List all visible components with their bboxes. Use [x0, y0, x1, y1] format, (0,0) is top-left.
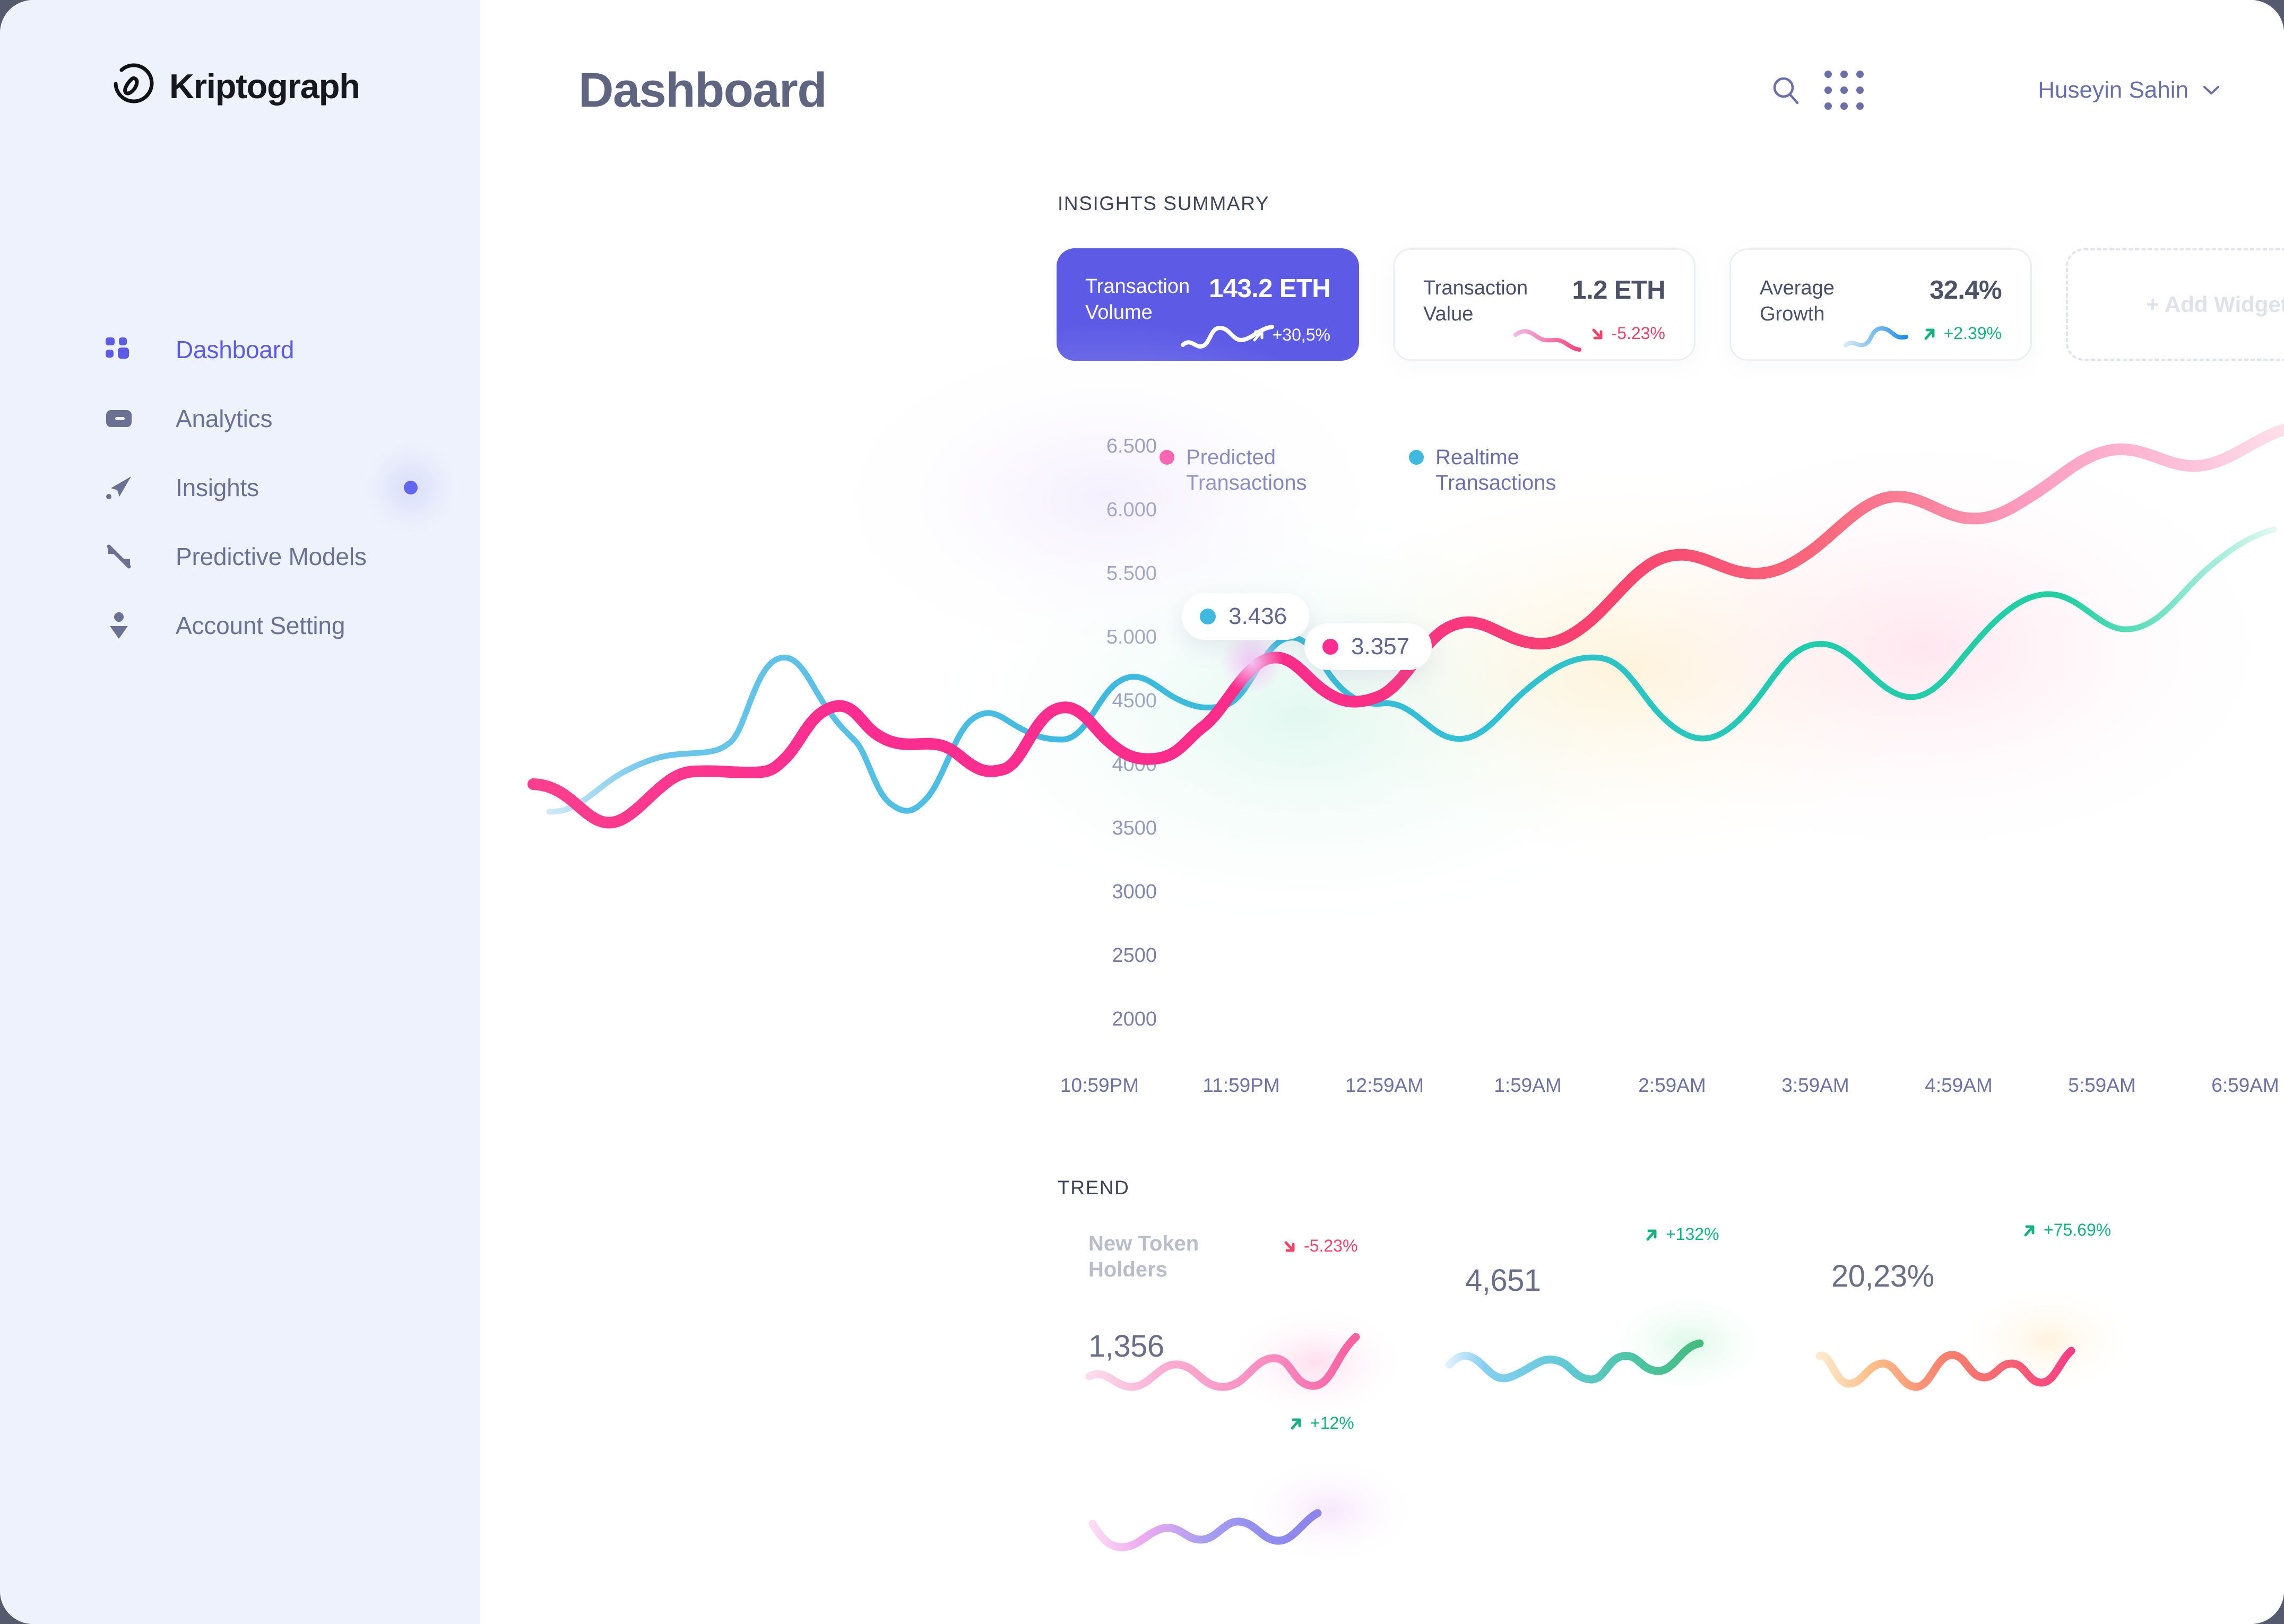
brand-logo[interactable]: Kriptograph: [0, 0, 480, 108]
sidebar: Kriptograph Dashboard Analytics Insights…: [0, 0, 480, 1624]
x-axis-tick: 11:59PM: [1202, 1074, 1280, 1096]
grid-dots-icon[interactable]: [1815, 61, 1873, 119]
tooltip-color-dot: [1200, 609, 1216, 624]
main-line-chart[interactable]: [480, 324, 2284, 1119]
trend-card-2[interactable]: 4,651 +132%: [1445, 1224, 1794, 1406]
summary-card-delta: -5.23%: [1590, 324, 1665, 343]
circle-zero-logo-icon: [109, 63, 154, 108]
summary-card-title: Transaction Value: [1423, 277, 1528, 325]
paper-plane-icon: [103, 472, 134, 503]
x-axis-tick: 5:59AM: [2068, 1074, 2136, 1096]
add-widget-button[interactable]: + Add Widget: [2066, 248, 2284, 361]
x-axis-tick: 12:59AM: [1345, 1074, 1424, 1096]
x-axis-tick: 1:59AM: [1494, 1074, 1562, 1096]
page-header: Dashboard Huseyin Sahin: [480, 0, 2284, 127]
sidebar-item-insights[interactable]: Insights: [0, 453, 480, 522]
brand-name: Kriptograph: [169, 66, 360, 106]
sidebar-item-dashboard[interactable]: Dashboard: [0, 315, 480, 384]
summary-card-delta-value: +2.39%: [1943, 324, 2002, 343]
trend-label: TREND: [1058, 1177, 1130, 1199]
sidebar-item-account-setting[interactable]: Account Setting: [0, 591, 480, 660]
chevron-down-icon: [2202, 84, 2220, 96]
arrow-up-right-icon: [1645, 1228, 1658, 1241]
chart-point-glow: [1221, 631, 1283, 693]
trend-card-delta-value: +12%: [1310, 1413, 1354, 1432]
x-axis-tick: 3:59AM: [1781, 1074, 1849, 1096]
insights-notification-dot: [404, 481, 418, 494]
summary-card-transaction-value[interactable]: Transaction Value 1.2 ETH -5.23%: [1393, 248, 1695, 361]
sidebar-item-label: Insights: [176, 474, 259, 501]
trend-card-value: 4,651: [1465, 1263, 1541, 1298]
sparkline-card-4: [1080, 1455, 1420, 1568]
summary-card-value: 32.4%: [1930, 276, 2002, 305]
tooltip-value: 3.436: [1228, 603, 1287, 629]
sidebar-nav: Dashboard Analytics Insights Predictive …: [0, 315, 480, 660]
user-name: Huseyin Sahin: [2038, 77, 2188, 103]
trend-card-delta: +132%: [1645, 1224, 1719, 1244]
trend-card-new-token-holders[interactable]: New Token Holders 1,356 -5.23%: [1085, 1231, 1417, 1421]
arrow-up-right-icon: [2022, 1223, 2036, 1237]
user-menu[interactable]: Huseyin Sahin: [2038, 77, 2220, 103]
x-axis-tick: 2:59AM: [1638, 1074, 1706, 1096]
summary-card-title: Transaction Volume: [1085, 275, 1190, 324]
summary-card-delta-value: +30,5%: [1272, 325, 1330, 344]
trend-card-delta-value: -5.23%: [1304, 1236, 1358, 1255]
summary-card-delta: +2.39%: [1923, 324, 2002, 343]
arrow-down-right-icon: [1590, 327, 1604, 341]
sparkline-new-token-holders: [1082, 1304, 1411, 1421]
tooltip-value: 3.357: [1351, 633, 1410, 659]
app-window: Kriptograph Dashboard Analytics Insights…: [0, 0, 2284, 1624]
sparkline-card-2: [1439, 1288, 1776, 1399]
chart-x-axis: 10:59PM 11:59PM 12:59AM 1:59AM 2:59AM 3:…: [480, 1074, 2284, 1106]
insights-summary-label: INSIGHTS SUMMARY: [1058, 193, 1270, 214]
sidebar-item-analytics[interactable]: Analytics: [0, 384, 480, 453]
x-axis-tick: 6:59AM: [2211, 1074, 2279, 1096]
arrow-down-right-icon: [1283, 1239, 1296, 1253]
trend-card-value: 20,23%: [1831, 1259, 1934, 1293]
summary-card-average-growth[interactable]: Average Growth 32.4% +2.39%: [1729, 248, 2032, 361]
x-axis-tick: 10:59PM: [1060, 1074, 1139, 1096]
grid-blocks-icon: [103, 334, 134, 365]
chart-tooltip-realtime[interactable]: 3.436: [1182, 593, 1310, 640]
arrow-up-right-icon: [1923, 327, 1936, 341]
sidebar-item-predictive-models[interactable]: Predictive Models: [0, 522, 480, 591]
trend-card-3[interactable]: 20,23% +75.69%: [1815, 1220, 2160, 1406]
search-icon[interactable]: [1757, 61, 1815, 119]
add-widget-label: + Add Widget: [2146, 292, 2284, 317]
sidebar-item-label: Analytics: [176, 405, 273, 432]
trend-card-title: New Token Holders: [1088, 1232, 1199, 1281]
sparkline-card-3: [1809, 1284, 2138, 1396]
sidebar-item-label: Account Setting: [176, 612, 345, 639]
header-actions: Huseyin Sahin: [1757, 61, 2220, 119]
summary-card-delta: +30,5%: [1251, 325, 1330, 345]
trend-card-delta-value: +132%: [1666, 1224, 1719, 1244]
tooltip-color-dot: [1322, 639, 1338, 655]
chart-tooltip-predicted[interactable]: 3.357: [1304, 623, 1432, 670]
trend-card-4[interactable]: +12%: [1088, 1406, 1420, 1581]
trend-card-delta-value: +75.69%: [2044, 1220, 2112, 1239]
summary-card-title: Average Growth: [1760, 277, 1835, 325]
sidebar-item-label: Dashboard: [176, 336, 295, 363]
arrow-up-right-icon: [1289, 1417, 1303, 1430]
trend-card-delta: -5.23%: [1283, 1236, 1357, 1256]
sidebar-item-label: Predictive Models: [176, 543, 367, 570]
summary-card-value: 1.2 ETH: [1572, 276, 1665, 305]
page-title: Dashboard: [578, 63, 827, 117]
summary-card-value: 143.2 ETH: [1209, 274, 1330, 303]
summary-card-delta-value: -5.23%: [1611, 324, 1665, 343]
main-content: Dashboard Huseyin Sahin INSIGHTS SUMMARY…: [480, 0, 2284, 1624]
arrows-collapse-icon: [103, 541, 134, 572]
trend-card-delta: +75.69%: [2022, 1220, 2111, 1240]
card-minus-icon: [103, 403, 134, 434]
person-icon: [103, 610, 134, 641]
x-axis-tick: 4:59AM: [1925, 1074, 1993, 1096]
trend-card-delta: +12%: [1289, 1413, 1354, 1433]
arrow-up-right-icon: [1251, 328, 1265, 342]
